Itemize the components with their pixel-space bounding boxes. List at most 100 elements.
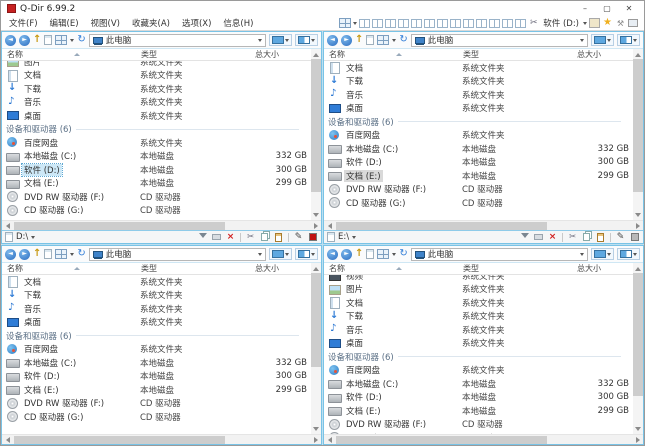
layout-preset-button[interactable] [450, 18, 462, 28]
vertical-scroll-thumb[interactable] [311, 273, 321, 368]
file-row[interactable]: 音乐 系统文件夹 [324, 88, 633, 102]
group-header[interactable]: 设备和驱动器 (6) [324, 350, 633, 364]
scroll-right-icon[interactable] [311, 435, 321, 445]
refresh-icon[interactable]: ↻ [77, 249, 85, 259]
file-row[interactable]: 下载 系统文件夹 [2, 82, 311, 96]
address-bar[interactable]: 此电脑 [410, 247, 588, 261]
vertical-scrollbar[interactable] [311, 263, 321, 434]
refresh-icon[interactable]: ↻ [399, 35, 407, 45]
forward-icon[interactable]: ► [341, 34, 352, 46]
goto-icon[interactable] [589, 18, 600, 28]
horizontal-scrollbar[interactable] [2, 434, 321, 444]
path-dropdown-icon[interactable] [31, 236, 36, 241]
layout-preset-button[interactable] [372, 18, 384, 28]
menu-item-2[interactable]: 视图(V) [85, 17, 126, 29]
file-row[interactable]: 文档 系统文件夹 [324, 61, 633, 75]
new-tab-icon[interactable] [366, 249, 375, 259]
file-row[interactable]: 软件 (D:) 本地磁盘 300 GB [324, 391, 633, 405]
file-name[interactable]: 下载 [344, 310, 365, 322]
file-name[interactable]: 桌面 [344, 337, 365, 349]
pane-style-split-button[interactable] [617, 34, 640, 46]
delete-icon[interactable]: × [225, 232, 236, 242]
scroll-left-icon[interactable] [324, 435, 334, 445]
pane-view-split-button[interactable] [269, 248, 292, 260]
layout-preset-button[interactable] [359, 18, 371, 28]
layout-grid-icon[interactable] [339, 18, 352, 28]
vertical-scroll-thumb[interactable] [633, 59, 643, 193]
up-icon[interactable]: ↑ [33, 249, 41, 259]
preview-icon[interactable] [534, 234, 543, 240]
paste-icon[interactable] [597, 232, 604, 242]
view-dropdown-icon[interactable] [70, 39, 75, 44]
file-row[interactable]: 文档 系统文件夹 [2, 69, 311, 83]
file-name[interactable]: 下载 [344, 75, 365, 87]
layout-preset-button[interactable] [437, 18, 449, 28]
favorites-star-icon[interactable]: ★ [602, 18, 613, 28]
group-header[interactable]: 设备和驱动器 (6) [2, 329, 311, 343]
scroll-right-icon[interactable] [633, 221, 643, 231]
view-dropdown-icon[interactable] [70, 253, 75, 258]
address-bar[interactable]: 此电脑 [88, 247, 266, 261]
file-row[interactable]: 本地磁盘 (C:) 本地磁盘 332 GB [324, 377, 633, 391]
file-row[interactable]: CD 驱动器 (G:) CD 驱动器 [2, 204, 311, 218]
pane-style-split-button[interactable] [617, 248, 640, 260]
menu-item-4[interactable]: 选项(X) [176, 17, 217, 29]
current-path[interactable]: E:\ [338, 232, 349, 242]
column-type[interactable]: 类型 [463, 49, 577, 60]
forward-icon[interactable]: ► [19, 34, 30, 46]
horizontal-scroll-thumb[interactable] [14, 222, 225, 230]
filter-icon[interactable] [520, 232, 529, 242]
file-name[interactable]: 百度网盘 [344, 129, 382, 141]
file-name[interactable]: 下载 [22, 289, 43, 301]
minimize-button[interactable]: – [574, 2, 596, 15]
view-dropdown-icon[interactable] [392, 39, 397, 44]
file-row[interactable]: 本地磁盘 (C:) 本地磁盘 332 GB [324, 142, 633, 156]
file-name[interactable]: 文档 (E:) [22, 177, 61, 189]
file-name[interactable]: 桌面 [344, 102, 365, 114]
file-row[interactable]: 图片 系统文件夹 [2, 61, 311, 69]
file-row[interactable]: 百度网盘 系统文件夹 [2, 136, 311, 150]
file-row[interactable]: 图片 系统文件夹 [324, 283, 633, 297]
file-name[interactable]: 百度网盘 [22, 343, 60, 355]
file-name[interactable]: 文档 (E:) [344, 405, 383, 417]
delete-icon[interactable]: × [547, 232, 558, 242]
file-row[interactable]: 音乐 系统文件夹 [2, 302, 311, 316]
file-name[interactable]: 音乐 [22, 96, 43, 108]
pane-style-split-button[interactable] [295, 34, 318, 46]
scroll-up-icon[interactable] [311, 49, 321, 59]
tools-icon[interactable]: ⚒ [615, 18, 626, 28]
group-header[interactable]: 设备和驱动器 (6) [2, 123, 311, 137]
scroll-up-icon[interactable] [311, 263, 321, 273]
pane-color-indicator[interactable] [630, 233, 639, 241]
filter-icon[interactable] [198, 232, 207, 242]
file-row[interactable]: 音乐 系统文件夹 [2, 96, 311, 110]
file-row[interactable]: 软件 (D:) 本地磁盘 300 GB [324, 156, 633, 170]
layout-preset-button[interactable] [476, 18, 488, 28]
forward-icon[interactable]: ► [19, 248, 30, 260]
copy-icon[interactable] [261, 233, 268, 241]
cut-icon[interactable]: ✂ [245, 232, 256, 242]
drive-dropdown-icon[interactable] [583, 22, 587, 27]
group-header[interactable]: 设备和驱动器 (6) [324, 115, 633, 129]
back-icon[interactable]: ◄ [5, 248, 16, 260]
pane-view-split-button[interactable] [269, 34, 292, 46]
view-mode-icon[interactable] [55, 249, 68, 259]
horizontal-scrollbar[interactable] [324, 434, 643, 444]
file-name[interactable]: 音乐 [22, 303, 43, 315]
file-name[interactable]: 本地磁盘 (C:) [344, 143, 400, 155]
window-layout-icon[interactable] [628, 19, 638, 27]
vertical-scroll-thumb[interactable] [311, 59, 321, 193]
back-icon[interactable]: ◄ [5, 34, 16, 46]
layout-preset-button[interactable] [515, 18, 527, 28]
menu-item-3[interactable]: 收藏夹(A) [126, 17, 176, 29]
horizontal-scrollbar[interactable] [2, 220, 321, 230]
scroll-right-icon[interactable] [311, 221, 321, 231]
file-name[interactable]: 桌面 [22, 316, 43, 328]
file-row[interactable]: 本地磁盘 (C:) 本地磁盘 332 GB [2, 150, 311, 164]
view-mode-icon[interactable] [377, 35, 390, 45]
file-row[interactable]: 百度网盘 系统文件夹 [2, 343, 311, 357]
file-name[interactable]: DVD RW 驱动器 (F:) [344, 418, 428, 430]
file-name[interactable]: 桌面 [22, 110, 43, 122]
pane-view-split-button[interactable] [591, 34, 614, 46]
address-bar[interactable]: 此电脑 [88, 33, 266, 47]
